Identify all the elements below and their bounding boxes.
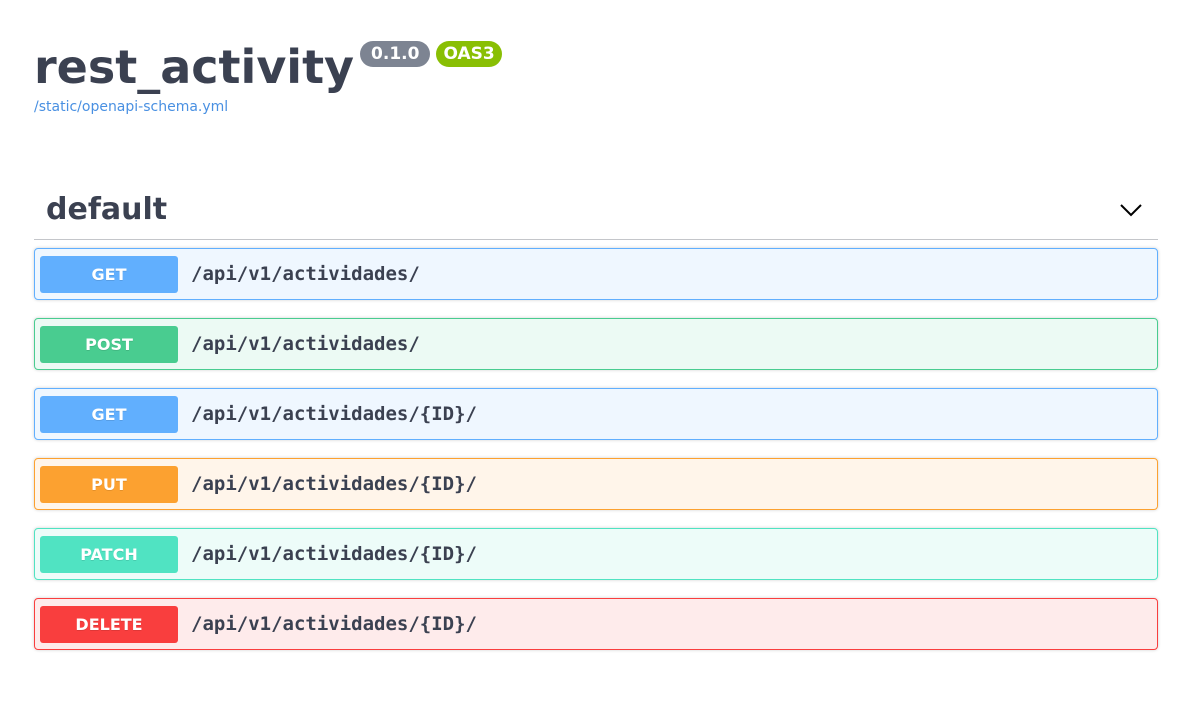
operation-get-actividades[interactable]: GET /api/v1/actividades/ bbox=[34, 248, 1158, 300]
api-info: rest_activity 0.1.0 OAS3 /static/openapi… bbox=[34, 38, 502, 115]
section-header-default[interactable]: default bbox=[34, 180, 1158, 240]
badges: 0.1.0 OAS3 bbox=[360, 41, 502, 67]
method-badge-delete: DELETE bbox=[40, 605, 178, 643]
method-badge-patch: PATCH bbox=[40, 535, 178, 573]
chevron-down-icon[interactable] bbox=[1118, 197, 1144, 223]
section-title: default bbox=[46, 192, 168, 227]
method-badge-post: POST bbox=[40, 325, 178, 363]
operation-get-actividad-by-id[interactable]: GET /api/v1/actividades/{ID}/ bbox=[34, 388, 1158, 440]
operations-list: GET /api/v1/actividades/ POST /api/v1/ac… bbox=[34, 248, 1158, 650]
method-badge-get: GET bbox=[40, 255, 178, 293]
version-badge: 0.1.0 bbox=[360, 41, 431, 67]
oas-badge: OAS3 bbox=[436, 41, 502, 67]
operation-path: /api/v1/actividades/{ID}/ bbox=[191, 473, 477, 495]
operation-patch-actividad-by-id[interactable]: PATCH /api/v1/actividades/{ID}/ bbox=[34, 528, 1158, 580]
title-row: rest_activity 0.1.0 OAS3 bbox=[34, 38, 502, 96]
operations-section: default GET /api/v1/actividades/ POST /a… bbox=[34, 180, 1158, 668]
operation-path: /api/v1/actividades/{ID}/ bbox=[191, 403, 477, 425]
operation-delete-actividad-by-id[interactable]: DELETE /api/v1/actividades/{ID}/ bbox=[34, 598, 1158, 650]
operation-path: /api/v1/actividades/ bbox=[191, 263, 420, 285]
api-title: rest_activity bbox=[34, 40, 355, 94]
operation-put-actividad-by-id[interactable]: PUT /api/v1/actividades/{ID}/ bbox=[34, 458, 1158, 510]
method-badge-get: GET bbox=[40, 395, 178, 433]
operation-post-actividades[interactable]: POST /api/v1/actividades/ bbox=[34, 318, 1158, 370]
operation-path: /api/v1/actividades/{ID}/ bbox=[191, 613, 477, 635]
method-badge-put: PUT bbox=[40, 465, 178, 503]
spec-link[interactable]: /static/openapi-schema.yml bbox=[34, 99, 502, 115]
operation-path: /api/v1/actividades/{ID}/ bbox=[191, 543, 477, 565]
operation-path: /api/v1/actividades/ bbox=[191, 333, 420, 355]
